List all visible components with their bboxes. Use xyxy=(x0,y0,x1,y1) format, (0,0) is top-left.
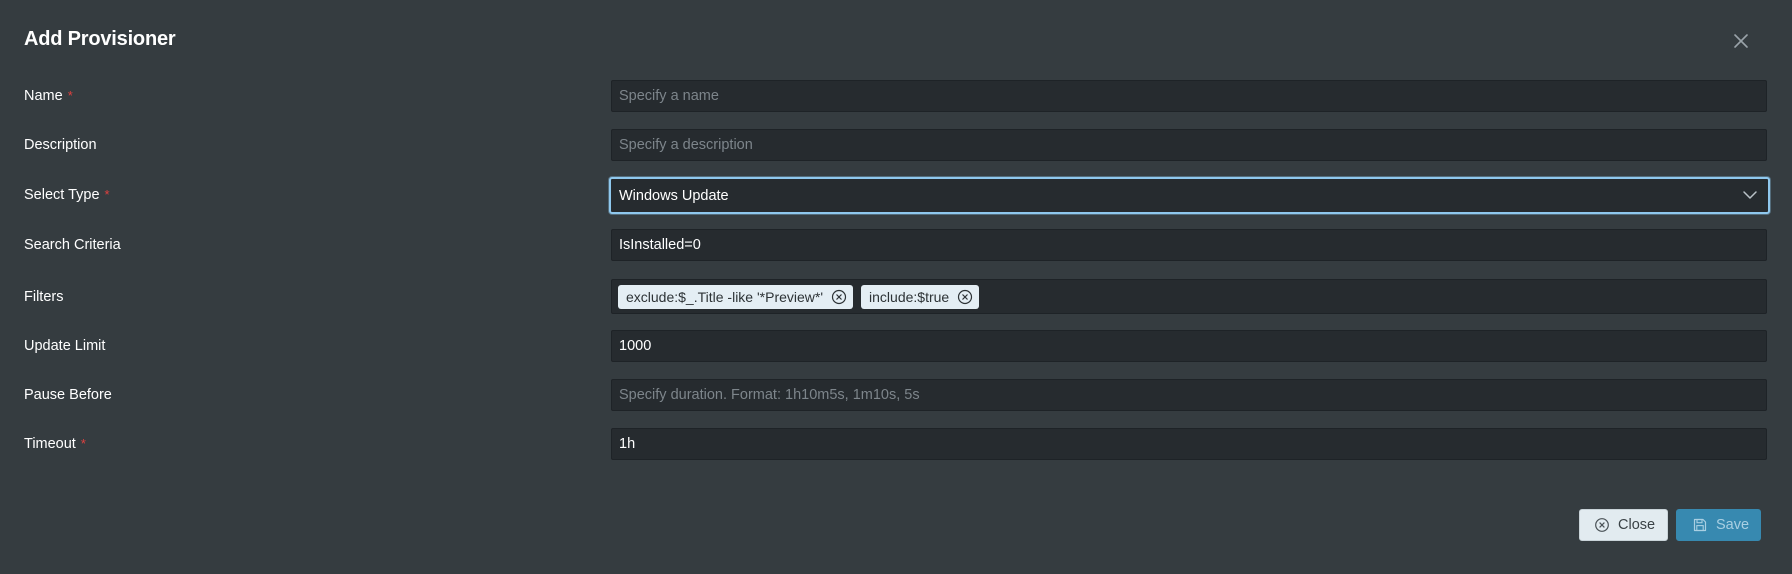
filter-chip: exclude:$_.Title -like '*Preview*' xyxy=(618,285,854,309)
description-label-text: Description xyxy=(24,137,97,153)
filters-row: Filters exclude:$_.Title -like '*Preview… xyxy=(0,279,1792,314)
filter-chip-text: include:$true xyxy=(869,289,950,305)
update-limit-label-text: Update Limit xyxy=(24,338,106,354)
close-icon[interactable] xyxy=(1730,30,1752,52)
description-row: Description xyxy=(0,129,1792,163)
pause-before-label: Pause Before xyxy=(24,387,112,403)
description-field[interactable] xyxy=(611,129,1767,161)
type-select-value: Windows Update xyxy=(619,188,729,204)
required-mark: * xyxy=(104,187,110,202)
name-label: Name * xyxy=(24,88,73,104)
filters-label-text: Filters xyxy=(24,289,64,305)
remove-circle-icon[interactable] xyxy=(957,289,973,305)
filters-field[interactable]: exclude:$_.Title -like '*Preview*' inclu… xyxy=(611,279,1767,314)
close-button[interactable]: Close xyxy=(1579,509,1668,541)
required-mark: * xyxy=(67,88,73,103)
save-icon xyxy=(1693,518,1707,532)
save-button-label: Save xyxy=(1716,517,1750,533)
update-limit-label: Update Limit xyxy=(24,338,105,354)
pause-before-field[interactable] xyxy=(611,379,1767,411)
name-input[interactable] xyxy=(612,81,1766,111)
select-type-label: Select Type * xyxy=(24,187,110,203)
timeout-input[interactable] xyxy=(612,429,1766,459)
dialog-title: Add Provisioner xyxy=(24,28,176,50)
timeout-field[interactable] xyxy=(611,428,1767,460)
timeout-row: Timeout * xyxy=(0,428,1792,462)
search-criteria-input[interactable] xyxy=(612,230,1766,260)
type-select[interactable]: Windows Update xyxy=(609,177,1770,214)
save-button[interactable]: Save xyxy=(1676,509,1761,541)
required-mark: * xyxy=(80,436,86,451)
description-input[interactable] xyxy=(612,130,1766,160)
pause-before-input[interactable] xyxy=(612,380,1766,410)
select-type-label-text: Select Type xyxy=(24,187,100,203)
search-criteria-field[interactable] xyxy=(611,229,1767,261)
pause-before-label-text: Pause Before xyxy=(24,387,112,403)
description-label: Description xyxy=(24,137,97,153)
filter-chips: exclude:$_.Title -like '*Preview*' inclu… xyxy=(618,285,980,309)
select-type-row: Select Type * Windows Update xyxy=(0,177,1792,214)
name-row: Name * xyxy=(0,80,1792,114)
update-limit-row: Update Limit xyxy=(0,330,1792,364)
close-button-label: Close xyxy=(1618,517,1656,533)
filter-chip-text: exclude:$_.Title -like '*Preview*' xyxy=(626,289,824,305)
timeout-label: Timeout * xyxy=(24,436,86,452)
pause-before-row: Pause Before xyxy=(0,379,1792,413)
search-criteria-row: Search Criteria xyxy=(0,229,1792,263)
timeout-label-text: Timeout xyxy=(24,436,76,452)
close-circle-icon xyxy=(1595,518,1609,532)
search-criteria-label: Search Criteria xyxy=(24,237,121,253)
update-limit-field[interactable] xyxy=(611,330,1767,362)
update-limit-input[interactable] xyxy=(612,331,1766,361)
add-provisioner-dialog: Add Provisioner Name * Description Select… xyxy=(0,0,1792,574)
search-criteria-label-text: Search Criteria xyxy=(24,237,121,253)
filters-label: Filters xyxy=(24,289,63,305)
remove-circle-icon[interactable] xyxy=(831,289,847,305)
filter-chip: include:$true xyxy=(861,285,980,309)
chevron-down-icon[interactable] xyxy=(1742,189,1758,201)
name-field[interactable] xyxy=(611,80,1767,112)
name-label-text: Name xyxy=(24,88,63,104)
